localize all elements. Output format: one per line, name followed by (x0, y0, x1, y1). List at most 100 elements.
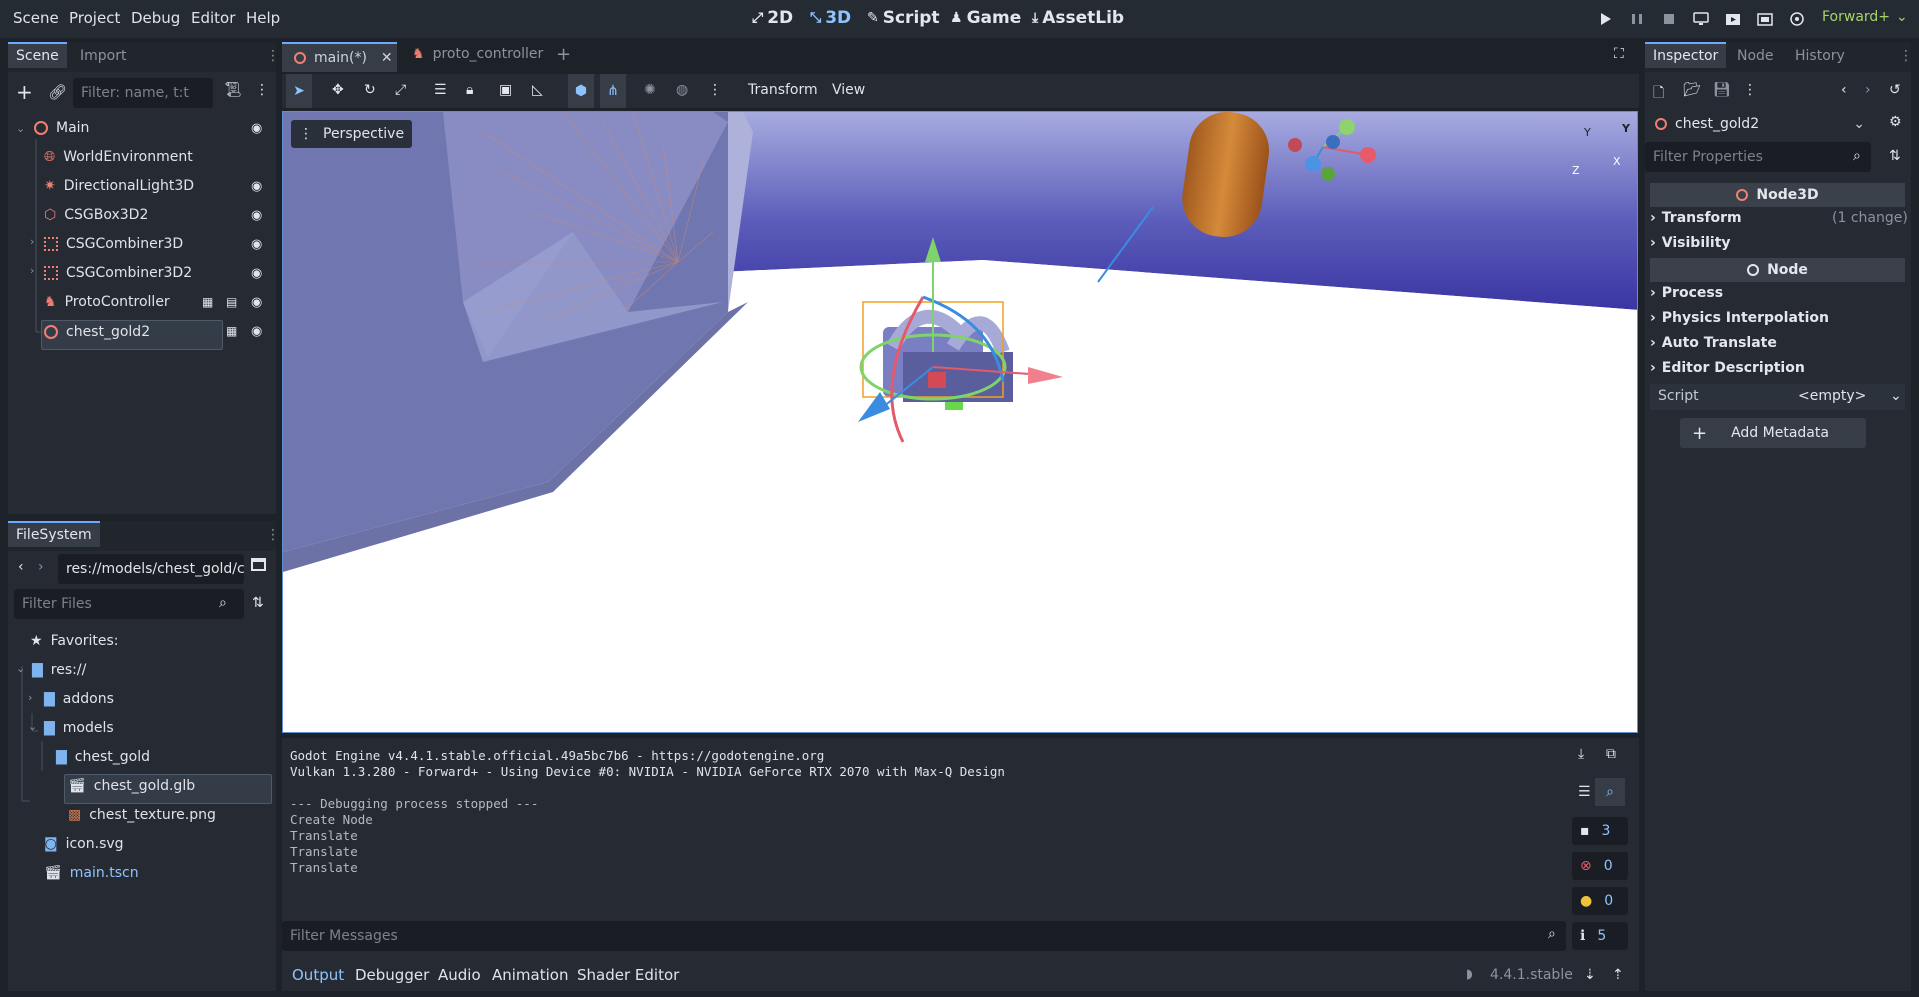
tab-node[interactable]: Node (1737, 48, 1774, 64)
tab-main[interactable]: main(*) ✕ (282, 42, 397, 72)
play-custom-scene-icon[interactable] (1756, 10, 1774, 28)
add-node-icon[interactable]: + (16, 80, 33, 104)
lock-icon[interactable]: 🔒︎ (466, 82, 473, 98)
mode-2d[interactable]: ⤢ 2D (752, 8, 793, 28)
environment-preview-icon[interactable]: ◍ (676, 82, 688, 98)
visibility-csgbox-icon[interactable]: ◉ (251, 208, 262, 223)
tab-import[interactable]: Import (80, 48, 126, 64)
section-process[interactable]: › Process (1650, 285, 1723, 301)
link-icon[interactable]: 🔗︎ (48, 83, 67, 101)
fs-chest-gold-folder[interactable]: ▇ chest_gold (56, 749, 150, 765)
tab-output[interactable]: Output (292, 966, 344, 984)
tab-audio[interactable]: Audio (438, 966, 481, 984)
tree-item-main[interactable]: Main (34, 120, 89, 136)
back-icon[interactable]: ‹ (18, 559, 24, 575)
forward-icon[interactable]: › (38, 559, 44, 575)
expand-csgcombiner2-icon[interactable]: › (30, 264, 34, 277)
tab-shader-editor[interactable]: Shader Editor (577, 966, 679, 984)
fs-addons[interactable]: ▇ addons (44, 691, 114, 707)
collapse-icon[interactable]: ☰ (1578, 784, 1591, 800)
expand-addons-icon[interactable]: › (28, 691, 32, 704)
local-space-icon[interactable]: ⬢ (568, 74, 594, 108)
mode-script[interactable]: ✎ Script (867, 8, 940, 28)
tab-proto-controller[interactable]: ♞ proto_controller (412, 46, 543, 62)
select-mode-icon[interactable]: ➤ (286, 74, 312, 108)
history-forward-icon[interactable]: › (1865, 82, 1871, 98)
section-auto-translate[interactable]: › Auto Translate (1650, 335, 1777, 351)
pause-icon[interactable] (1628, 10, 1646, 28)
node-docs-icon[interactable]: ⚙ (1889, 114, 1902, 130)
group-icon[interactable]: ▣ (499, 82, 512, 98)
menu-project[interactable]: Project (69, 9, 120, 27)
close-icon[interactable]: ✕ (381, 50, 393, 66)
scene-filter-input[interactable]: Filter: name, t:t (73, 78, 213, 108)
expand-csgcombiner-icon[interactable]: › (30, 235, 34, 248)
menu-debug[interactable]: Debug (131, 9, 180, 27)
stop-icon[interactable] (1660, 10, 1678, 28)
fs-chest-texture[interactable]: ▩ chest_texture.png (68, 807, 216, 823)
expand-res-icon[interactable]: ⌄ (16, 662, 25, 675)
tab-scene[interactable]: Scene (8, 42, 67, 68)
object-history-icon[interactable]: ↺ (1889, 82, 1901, 98)
section-editor-description[interactable]: › Editor Description (1650, 360, 1805, 376)
expand-main-icon[interactable]: ⌄ (16, 122, 25, 135)
visibility-combiner-icon[interactable]: ◉ (251, 237, 262, 252)
scale-mode-icon[interactable]: ⤢ (395, 82, 406, 98)
tree-item-csgcombiner3d2[interactable]: CSGCombiner3D2 (44, 265, 192, 281)
tree-item-directionallight3d[interactable]: ✷ DirectionalLight3D (44, 178, 194, 194)
fs-chest-gold-glb[interactable]: 🎬︎ chest_gold.glb (68, 778, 195, 794)
preview-menu-icon[interactable]: ⋮ (708, 82, 722, 98)
tab-animation[interactable]: Animation (492, 966, 568, 984)
clear-output-icon[interactable]: ⤓ (1578, 746, 1584, 762)
dock-menu-icon[interactable]: ⋮ (266, 48, 280, 64)
movie-maker-icon[interactable] (1788, 10, 1806, 28)
error-counter[interactable]: ⊗ 0 (1572, 852, 1628, 880)
chevron-down-icon[interactable]: ⌄ (1890, 388, 1902, 404)
pin-icon[interactable]: ⇣ (1584, 967, 1596, 983)
visibility-proto-icon[interactable]: ◉ (251, 295, 262, 310)
fs-icon-svg[interactable]: ◙ icon.svg (44, 836, 124, 852)
add-metadata-button[interactable]: + Add Metadata (1680, 418, 1866, 448)
open-resource-icon[interactable]: 📂︎ (1683, 82, 1701, 98)
distraction-free-icon[interactable]: ⛶ (1614, 46, 1624, 62)
search-toggle-icon[interactable]: ⌕ (1595, 778, 1625, 806)
output-log[interactable]: Godot Engine v4.4.1.stable.official.49a5… (290, 748, 1582, 918)
fs-main-tscn[interactable]: 🎬︎ main.tscn (44, 865, 139, 881)
3d-viewport[interactable]: Y ⋮ Perspective (282, 111, 1638, 733)
new-resource-icon[interactable]: 🗋︎ (1653, 82, 1664, 106)
mode-game[interactable]: ♟ Game (950, 8, 1021, 28)
move-mode-icon[interactable]: ✥ (332, 82, 344, 98)
tree-item-worldenvironment[interactable]: 🌐︎ WorldEnvironment (44, 149, 193, 165)
property-settings-icon[interactable]: ⇅ (1889, 148, 1901, 164)
dock-menu-icon[interactable]: ⋮ (266, 527, 280, 543)
play-scene-icon[interactable] (1724, 10, 1742, 28)
tree-item-csgbox3d2[interactable]: ⬡ CSGBox3D2 (44, 207, 148, 223)
fs-res[interactable]: ▇ res:// (32, 662, 86, 678)
menu-help[interactable]: Help (246, 9, 280, 27)
mode-3d[interactable]: ⤡ 3D (810, 8, 851, 28)
history-back-icon[interactable]: ‹ (1841, 82, 1847, 98)
mode-assetlib[interactable]: ⤓ AssetLib (1032, 8, 1124, 28)
script-attached-icon[interactable]: ▤ (226, 295, 237, 309)
ruler-icon[interactable]: ◺ (532, 82, 543, 98)
sort-icon[interactable]: ⇅ (252, 595, 264, 611)
remote-debug-icon[interactable] (1692, 10, 1710, 28)
play-icon[interactable] (1596, 10, 1614, 28)
script-property-value[interactable]: <empty> (1798, 388, 1866, 404)
renderer-select[interactable]: Forward+ ⌄ (1822, 9, 1908, 25)
view-menu[interactable]: View (832, 82, 865, 98)
add-tab-icon[interactable]: + (556, 44, 571, 65)
rotate-mode-icon[interactable]: ↻ (364, 82, 376, 98)
filter-messages-input[interactable]: Filter Messages (282, 921, 1566, 951)
tree-item-chest-gold2[interactable]: chest_gold2 (44, 324, 150, 340)
selected-node-selector[interactable]: chest_gold2 ⌄ (1649, 110, 1869, 138)
section-transform[interactable]: › Transform (1650, 210, 1742, 226)
sun-preview-icon[interactable]: ✺ (644, 82, 656, 98)
tab-history[interactable]: History (1795, 48, 1845, 64)
filter-files-input[interactable]: Filter Files (14, 589, 244, 619)
dock-menu-icon[interactable]: ⋮ (1899, 48, 1913, 64)
instance-icon[interactable]: ▦ (226, 324, 237, 338)
version-label[interactable]: 4.4.1.stable (1490, 967, 1573, 983)
section-visibility[interactable]: › Visibility (1650, 235, 1731, 251)
instance-icon[interactable]: ▦ (202, 295, 213, 309)
